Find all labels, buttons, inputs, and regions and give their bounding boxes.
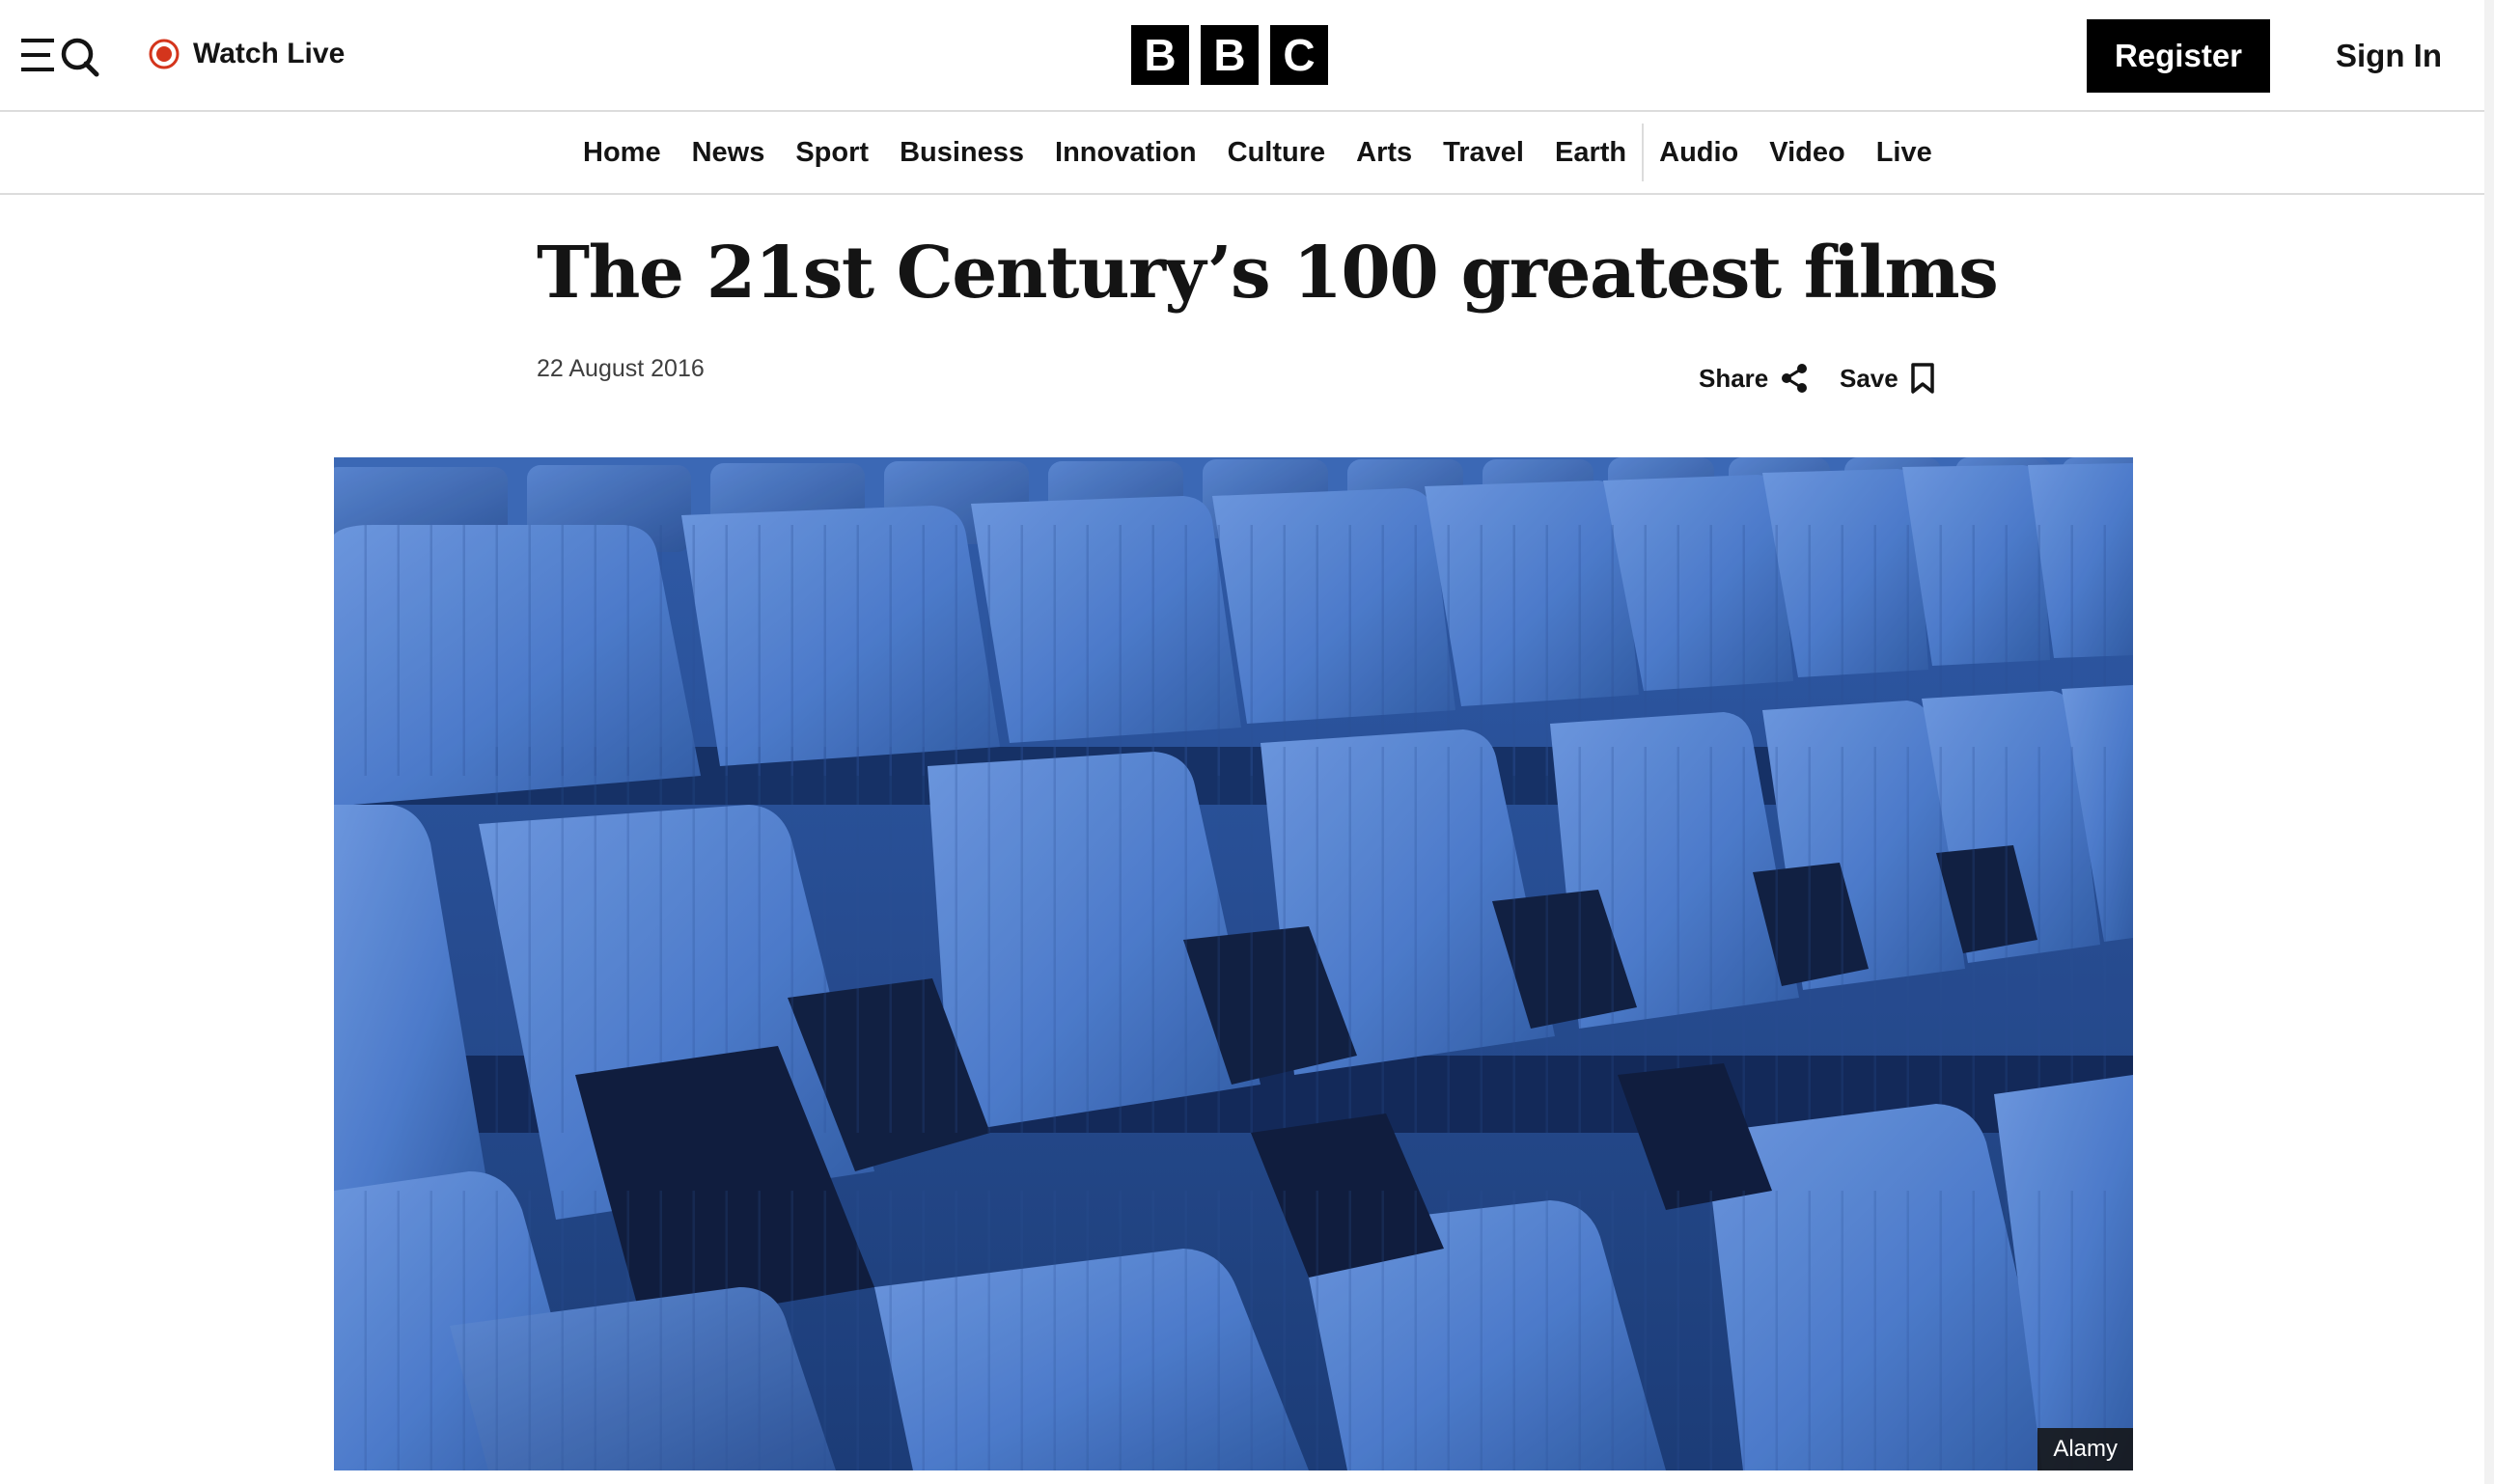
save-label: Save [1840, 363, 1898, 393]
share-icon [1782, 364, 1808, 393]
nav-item-business[interactable]: Business [884, 137, 1039, 169]
logo-letter: B [1131, 25, 1189, 85]
watch-live-label: Watch Live [193, 38, 346, 69]
nav-item-home[interactable]: Home [568, 137, 677, 169]
nav-item-earth[interactable]: Earth [1539, 137, 1642, 169]
logo-letter: C [1270, 25, 1328, 85]
bbc-logo[interactable]: B B C [1131, 25, 1328, 85]
hero-image: Alamy [334, 457, 2133, 1470]
menu-icon [21, 38, 99, 77]
image-credit: Alamy [2037, 1428, 2133, 1470]
nav-item-audio[interactable]: Audio [1642, 124, 1754, 181]
main-nav: Home News Sport Business Innovation Cult… [0, 112, 2494, 195]
watch-live-link[interactable]: Watch Live [149, 29, 345, 79]
top-bar: Watch Live B B C Register Sign In [0, 0, 2494, 112]
register-button[interactable]: Register [2087, 19, 2270, 93]
nav-item-news[interactable]: News [677, 137, 781, 169]
live-record-icon [149, 39, 180, 69]
logo-letter: B [1201, 25, 1259, 85]
save-button[interactable]: Save [1840, 363, 1935, 394]
nav-item-arts[interactable]: Arts [1341, 137, 1427, 169]
share-button[interactable]: Share [1699, 363, 1809, 394]
article-date: 22 August 2016 [537, 355, 705, 382]
nav-item-sport[interactable]: Sport [780, 137, 884, 169]
nav-item-culture[interactable]: Culture [1212, 137, 1342, 169]
search-icon [61, 38, 99, 77]
page-edge [2484, 0, 2494, 1484]
menu-search-button[interactable] [21, 35, 100, 77]
nav-item-video[interactable]: Video [1754, 137, 1860, 169]
nav-item-live[interactable]: Live [1861, 137, 1948, 169]
cinema-seats-illustration [334, 457, 2133, 1470]
nav-item-innovation[interactable]: Innovation [1039, 137, 1212, 169]
bookmark-icon [1910, 363, 1934, 394]
article-title: The 21st Century’s 100 greatest films [537, 232, 1999, 315]
sign-in-button[interactable]: Sign In [2316, 19, 2461, 93]
share-label: Share [1699, 363, 1769, 393]
nav-item-travel[interactable]: Travel [1427, 137, 1539, 169]
